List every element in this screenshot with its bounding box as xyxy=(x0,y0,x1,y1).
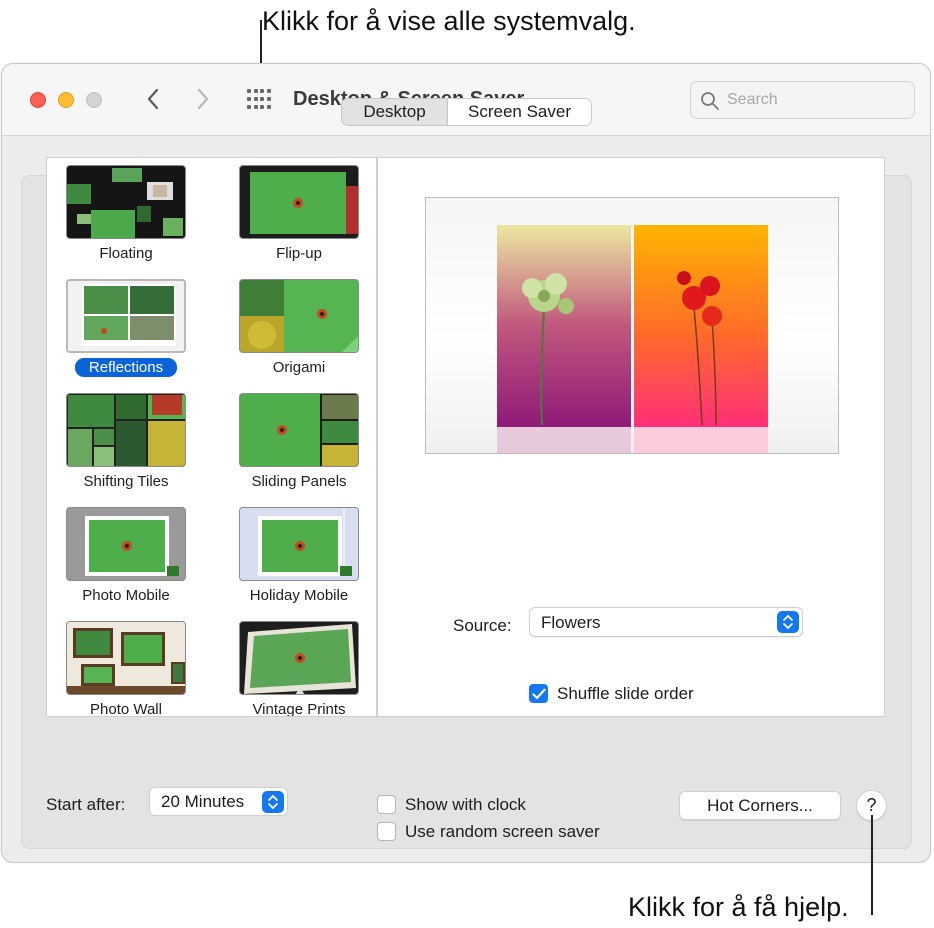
thumbnail-flip-up xyxy=(239,165,359,239)
saver-label-selected: Reflections xyxy=(51,358,201,377)
chevron-left-icon xyxy=(147,88,159,110)
search-input[interactable] xyxy=(727,88,907,112)
thumbnail-vintage-prints xyxy=(239,621,359,695)
zoom-button[interactable] xyxy=(86,92,102,108)
saver-label: Vintage Prints xyxy=(252,701,346,717)
show-clock-checkbox[interactable] xyxy=(377,795,396,814)
checkmark-icon xyxy=(531,688,546,699)
random-saver-checkbox[interactable] xyxy=(377,822,396,841)
hot-corners-button[interactable]: Hot Corners... xyxy=(679,791,841,820)
saver-item-sliding-panels[interactable]: Sliding Panels xyxy=(224,386,374,498)
popup-arrows-icon xyxy=(777,611,799,633)
saver-label: Holiday Mobile xyxy=(249,587,349,604)
shuffle-checkbox[interactable] xyxy=(529,684,548,703)
start-after-popup[interactable]: 20 Minutes xyxy=(149,787,288,816)
source-popup[interactable]: Flowers xyxy=(529,607,803,637)
thumbnail-holiday-mobile xyxy=(239,507,359,581)
saver-item-photo-wall[interactable]: Photo Wall xyxy=(51,614,201,717)
saver-label: Photo Wall xyxy=(90,701,162,717)
thumbnail-sliding-panels xyxy=(239,393,359,467)
popup-arrows-icon xyxy=(262,791,284,813)
shuffle-label: Shuffle slide order xyxy=(557,684,694,703)
thumbnail-photo-mobile xyxy=(66,507,186,581)
callout-line-bottom xyxy=(871,815,873,915)
saver-label: Reflections xyxy=(74,358,178,377)
thumbnail-shifting-tiles xyxy=(66,393,186,467)
chevron-right-icon xyxy=(197,88,209,110)
saver-item-photo-mobile[interactable]: Photo Mobile xyxy=(51,500,201,612)
saver-item-reflections[interactable]: Reflections xyxy=(51,272,201,384)
saver-label: Sliding Panels xyxy=(251,473,347,490)
saver-item-origami[interactable]: Origami xyxy=(224,272,374,384)
thumbnail-photo-wall xyxy=(66,621,186,695)
source-label: Source: xyxy=(453,616,512,635)
start-after-value: 20 Minutes xyxy=(161,792,245,811)
start-after-label: Start after: xyxy=(46,795,126,814)
search-field[interactable] xyxy=(690,81,915,119)
show-clock-label: Show with clock xyxy=(405,795,526,814)
saver-label: Origami xyxy=(272,359,326,376)
callout-help: Klikk for å få hjelp. xyxy=(628,892,849,922)
forward-button[interactable] xyxy=(190,84,216,114)
saver-item-flip-up[interactable]: Flip-up xyxy=(224,158,374,270)
screen-saver-preview xyxy=(425,197,839,454)
source-value: Flowers xyxy=(541,613,601,632)
tab-bar: Desktop Screen Saver xyxy=(341,98,592,126)
search-icon xyxy=(701,92,719,110)
saver-label: Floating xyxy=(99,245,153,262)
saver-label: Shifting Tiles xyxy=(83,473,169,490)
saver-item-holiday-mobile[interactable]: Holiday Mobile xyxy=(224,500,374,612)
saver-label: Photo Mobile xyxy=(82,587,170,604)
thumbnail-origami xyxy=(239,279,359,353)
saver-item-vintage-prints[interactable]: Vintage Prints xyxy=(224,614,374,717)
show-all-grid-icon[interactable] xyxy=(247,89,273,111)
saver-item-floating[interactable]: Floating xyxy=(51,158,201,270)
saver-label: Flip-up xyxy=(276,245,322,262)
back-button[interactable] xyxy=(140,84,166,114)
tab-desktop[interactable]: Desktop xyxy=(342,99,447,125)
close-button[interactable] xyxy=(30,92,46,108)
minimize-button[interactable] xyxy=(58,92,74,108)
callout-system-preferences: Klikk for å vise alle systemvalg. xyxy=(262,6,636,36)
thumbnail-reflections xyxy=(66,279,186,353)
screen-saver-list[interactable]: Floating Flip-up Reflections Origami Shi… xyxy=(46,157,377,717)
thumbnail-floating xyxy=(66,165,186,239)
random-saver-label: Use random screen saver xyxy=(405,822,600,841)
saver-item-shifting-tiles[interactable]: Shifting Tiles xyxy=(51,386,201,498)
tab-screen-saver[interactable]: Screen Saver xyxy=(447,99,591,125)
